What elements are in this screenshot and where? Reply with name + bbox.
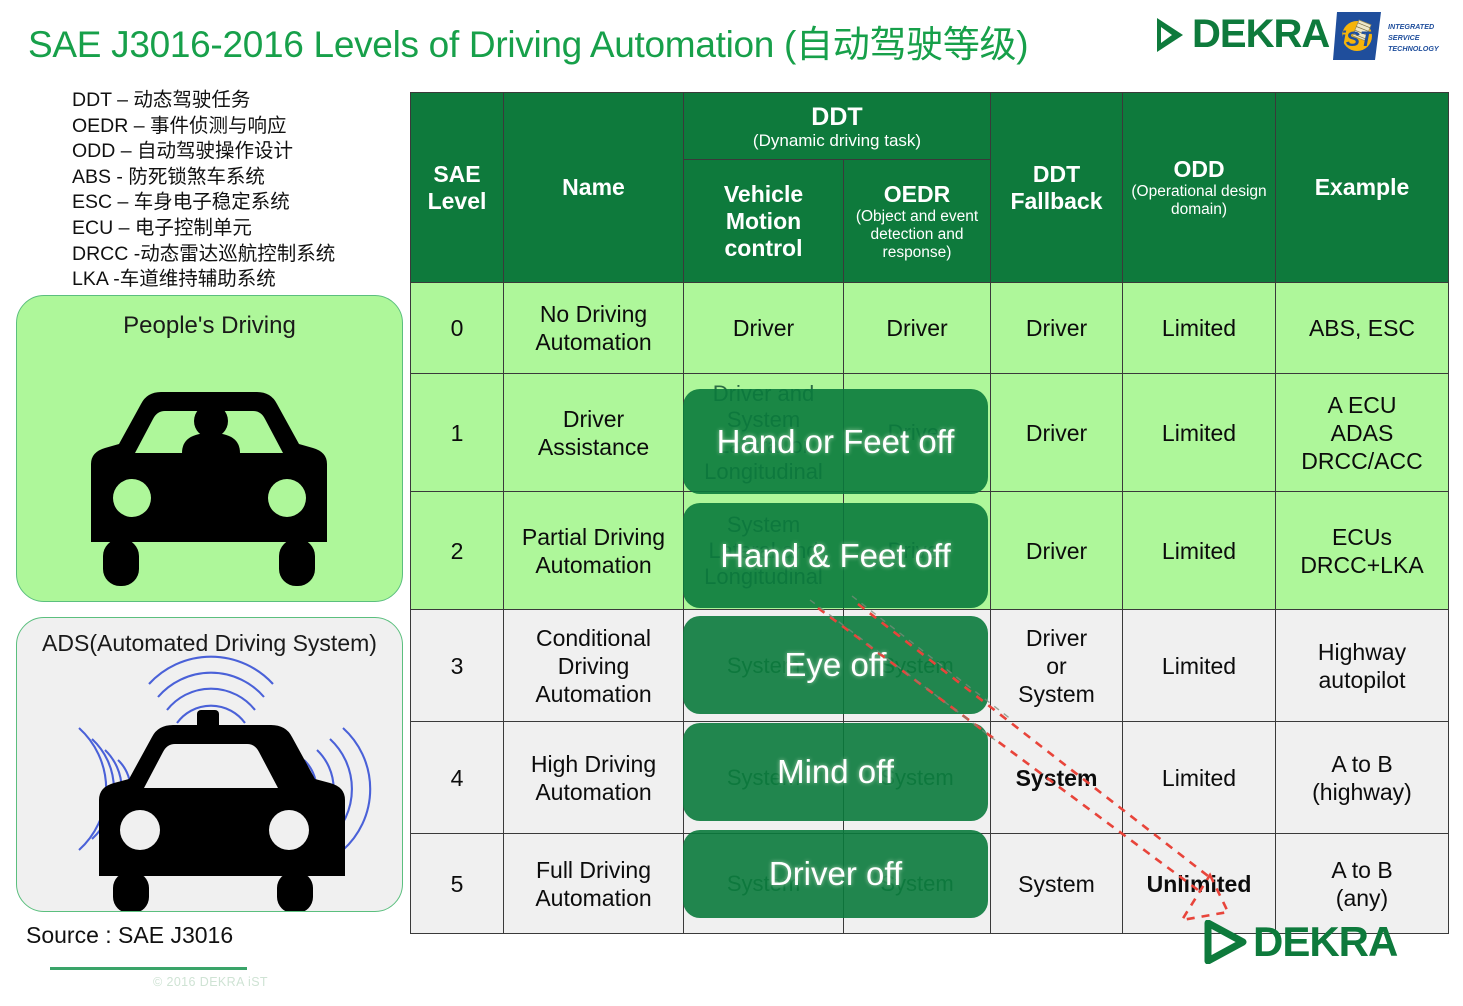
col-header-sae-level: SAE Level xyxy=(410,92,504,283)
card-peoples-driving: People's Driving xyxy=(16,295,403,602)
dekra-triangle-outline-icon xyxy=(1204,920,1247,964)
col-header-odd: ODD (Operational design domain) xyxy=(1122,92,1276,283)
cell-sae-level: 0 xyxy=(410,282,504,374)
cell-sae-level: 2 xyxy=(410,491,504,610)
cell-oedr: Driver xyxy=(843,282,991,374)
cell-example: Highway autopilot xyxy=(1275,609,1449,722)
col-header-vmc-l1: Vehicle xyxy=(723,180,804,207)
legend-line: ECU – 电子控制单元 xyxy=(72,216,252,239)
col-header-oedr-sub: (Object and event detection and response… xyxy=(855,207,979,261)
col-header-ddt-fallback-l2: Fallback xyxy=(1010,187,1103,214)
table-header: SAE Level Name DDT (Dynamic driving task… xyxy=(410,92,1449,283)
legend-line: ABS - 防死锁煞车系统 xyxy=(72,165,265,188)
col-header-oedr: OEDR (Object and event detection and res… xyxy=(843,159,991,283)
col-header-vmc-l2: Motion xyxy=(725,207,802,234)
overlay-pill-hand-and-feet-off[interactable]: Hand & Feet off xyxy=(683,503,988,608)
dekra-triangle-icon xyxy=(1157,17,1183,52)
cell-name: Full Driving Automation xyxy=(503,833,684,934)
col-header-vmc-l3: control xyxy=(724,234,803,261)
cell-name: High Driving Automation xyxy=(503,721,684,834)
abbreviation-legend: DDT – 动态驾驶任务 OEDR – 事件侦测与响应 ODD – 自动驾驶操作… xyxy=(72,88,335,293)
footer-divider xyxy=(50,967,247,970)
legend-line: ODD – 自动驾驶操作设计 xyxy=(72,140,294,163)
legend-line: OEDR – 事件侦测与响应 xyxy=(72,114,287,137)
cell-odd: Limited xyxy=(1122,609,1276,722)
svg-text:iST: iST xyxy=(1340,28,1375,51)
cell-sae-level: 1 xyxy=(410,373,504,492)
col-header-odd-label: ODD xyxy=(1173,156,1225,182)
cell-ddt-fallback: Driver xyxy=(990,282,1123,374)
col-header-name: Name xyxy=(503,92,684,283)
col-header-ddt-fallback-l1: DDT xyxy=(1032,160,1081,187)
cell-example: A to B (highway) xyxy=(1275,721,1449,834)
cell-odd: Limited xyxy=(1122,491,1276,610)
col-header-example: Example xyxy=(1275,92,1449,283)
legend-line: DRCC -动态雷达巡航控制系统 xyxy=(72,242,336,265)
dekra-logo-bottom: DEKRA xyxy=(1203,918,1398,966)
col-group-header-ddt-sub: (Dynamic driving task) xyxy=(752,130,922,150)
legend-line: ESC – 车身电子稳定系统 xyxy=(72,191,290,214)
overlay-pill-hand-or-feet-off[interactable]: Hand or Feet off xyxy=(683,389,988,494)
table-row: 0 No Driving Automation Driver Driver Driver… xyxy=(410,282,1449,374)
cell-ddt-fallback: Driver xyxy=(990,491,1123,610)
col-header-oedr-label: OEDR xyxy=(883,180,951,207)
ist-line-2: SERVICE xyxy=(1388,33,1420,42)
cell-vehicle-motion-control: Driver xyxy=(683,282,844,374)
ist-badge-icon: iST INTEGRATED SERVICE TECHNOLOGY xyxy=(1333,12,1440,60)
cell-odd: Limited xyxy=(1122,282,1276,374)
cell-example: ABS, ESC xyxy=(1275,282,1449,374)
cell-name: Driver Assistance xyxy=(503,373,684,492)
cell-ddt-fallback: Driver xyxy=(990,373,1123,492)
col-group-header-ddt: DDT (Dynamic driving task) xyxy=(683,92,991,160)
cell-odd: Limited xyxy=(1122,373,1276,492)
source-note: Source : SAE J3016 xyxy=(26,922,234,948)
sae-levels-table-wrapper: SAE Level Name DDT (Dynamic driving task… xyxy=(410,92,1449,934)
dekra-wordmark: DEKRA xyxy=(1192,12,1330,56)
ist-line-3: TECHNOLOGY xyxy=(1388,44,1440,53)
col-header-sae-level-l2: Level xyxy=(427,187,487,214)
copyright-text: © 2016 DEKRA iST xyxy=(153,975,268,989)
card-ads: ADS(Automated Driving System) xyxy=(16,617,403,912)
car-with-driver-icon xyxy=(91,392,327,586)
cell-name: No Driving Automation xyxy=(503,282,684,374)
dekra-logo-top: DEKRA xyxy=(1157,12,1330,57)
cell-ddt-fallback: System xyxy=(990,721,1123,834)
col-header-ddt-fallback: DDT Fallback xyxy=(990,92,1123,283)
autonomous-car-sensor-icon xyxy=(78,655,372,911)
col-header-sae-level-l1: SAE xyxy=(433,160,481,187)
overlay-pill-mind-off[interactable]: Mind off xyxy=(683,723,988,821)
table-header-row-1: SAE Level Name DDT (Dynamic driving task… xyxy=(410,92,1449,283)
legend-line: LKA -车道维持辅助系统 xyxy=(72,268,276,291)
cell-ddt-fallback: System xyxy=(990,833,1123,934)
cell-sae-level: 4 xyxy=(410,721,504,834)
dekra-wordmark-bottom: DEKRA xyxy=(1253,918,1398,965)
cell-ddt-fallback: Driver or System xyxy=(990,609,1123,722)
overlay-pill-driver-off[interactable]: Driver off xyxy=(683,830,988,918)
ist-line-1: INTEGRATED xyxy=(1388,22,1434,31)
cell-name: Partial Driving Automation xyxy=(503,491,684,610)
col-group-header-ddt-label: DDT xyxy=(811,102,863,131)
cell-example: ECUs DRCC+LKA xyxy=(1275,491,1449,610)
page-title: SAE J3016-2016 Levels of Driving Automat… xyxy=(28,24,1029,65)
overlay-pill-eye-off[interactable]: Eye off xyxy=(683,616,988,714)
col-header-odd-sub: (Operational design domain) xyxy=(1131,183,1267,218)
legend-line: DDT – 动态驾驶任务 xyxy=(72,89,251,111)
cell-sae-level: 3 xyxy=(410,609,504,722)
cell-example: A ECU ADAS DRCC/ACC xyxy=(1275,373,1449,492)
col-header-vehicle-motion-control: Vehicle Motion control xyxy=(683,159,844,283)
cell-odd: Limited xyxy=(1122,721,1276,834)
cell-name: Conditional Driving Automation xyxy=(503,609,684,722)
cell-sae-level: 5 xyxy=(410,833,504,934)
